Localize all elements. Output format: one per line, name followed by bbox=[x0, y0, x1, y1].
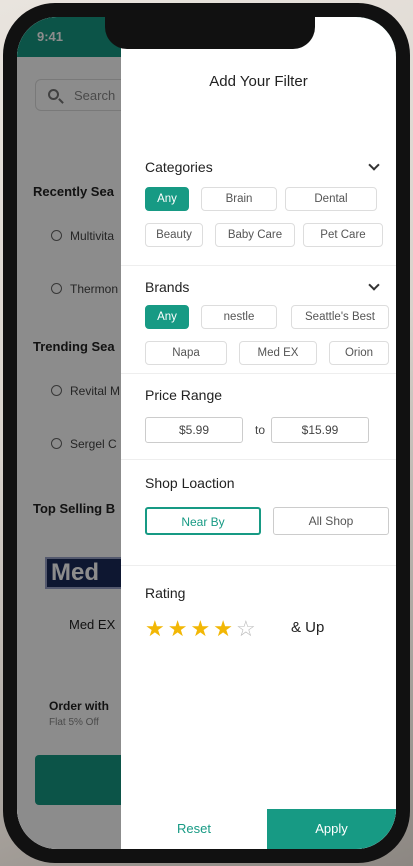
price-to-label: to bbox=[255, 423, 266, 437]
rating-title: Rating bbox=[145, 585, 186, 601]
brand-chip-napa[interactable]: Napa bbox=[145, 341, 227, 365]
star-filled-icon[interactable]: ★ bbox=[168, 617, 188, 641]
rating-suffix: & Up bbox=[291, 619, 325, 636]
star-empty-icon[interactable]: ☆ bbox=[236, 617, 256, 641]
screen: 9:41 Search Recently Sea Multivita Therm… bbox=[17, 17, 396, 849]
filter-panel: Add Your Filter Categories Any Brain Den… bbox=[121, 17, 396, 849]
chevron-down-icon[interactable] bbox=[368, 279, 380, 291]
divider bbox=[121, 459, 396, 460]
category-chip-pet-care[interactable]: Pet Care bbox=[303, 223, 383, 247]
brand-chip-orion[interactable]: Orion bbox=[329, 341, 389, 365]
star-filled-icon[interactable]: ★ bbox=[213, 617, 233, 641]
star-filled-icon[interactable]: ★ bbox=[145, 617, 165, 641]
brand-chip-seattles-best[interactable]: Seattle's Best bbox=[291, 305, 389, 329]
chevron-down-icon[interactable] bbox=[368, 159, 380, 171]
rating-stars[interactable]: ★ ★ ★ ★ ☆ bbox=[145, 617, 259, 641]
reset-button[interactable]: Reset bbox=[121, 809, 267, 849]
brand-chip-any[interactable]: Any bbox=[145, 305, 189, 329]
shop-near-by-button[interactable]: Near By bbox=[145, 507, 261, 535]
filter-title: Add Your Filter bbox=[209, 73, 308, 90]
divider bbox=[121, 373, 396, 374]
star-filled-icon[interactable]: ★ bbox=[190, 617, 210, 641]
shop-all-button[interactable]: All Shop bbox=[273, 507, 389, 535]
apply-button[interactable]: Apply bbox=[267, 809, 396, 849]
category-chip-beauty[interactable]: Beauty bbox=[145, 223, 203, 247]
divider bbox=[121, 565, 396, 566]
divider bbox=[121, 265, 396, 266]
brand-chip-med-ex[interactable]: Med EX bbox=[239, 341, 317, 365]
brands-title: Brands bbox=[145, 279, 190, 295]
price-min-field[interactable]: $5.99 bbox=[145, 417, 243, 443]
price-range-title: Price Range bbox=[145, 387, 223, 403]
category-chip-any[interactable]: Any bbox=[145, 187, 189, 211]
brand-chip-nestle[interactable]: nestle bbox=[201, 305, 277, 329]
categories-title: Categories bbox=[145, 159, 213, 175]
category-chip-brain[interactable]: Brain bbox=[201, 187, 277, 211]
phone-notch bbox=[105, 17, 315, 49]
shop-location-title: Shop Loaction bbox=[145, 475, 235, 491]
price-max-field[interactable]: $15.99 bbox=[271, 417, 369, 443]
category-chip-dental[interactable]: Dental bbox=[285, 187, 377, 211]
phone-frame: 9:41 Search Recently Sea Multivita Therm… bbox=[3, 3, 410, 863]
category-chip-baby-care[interactable]: Baby Care bbox=[215, 223, 295, 247]
